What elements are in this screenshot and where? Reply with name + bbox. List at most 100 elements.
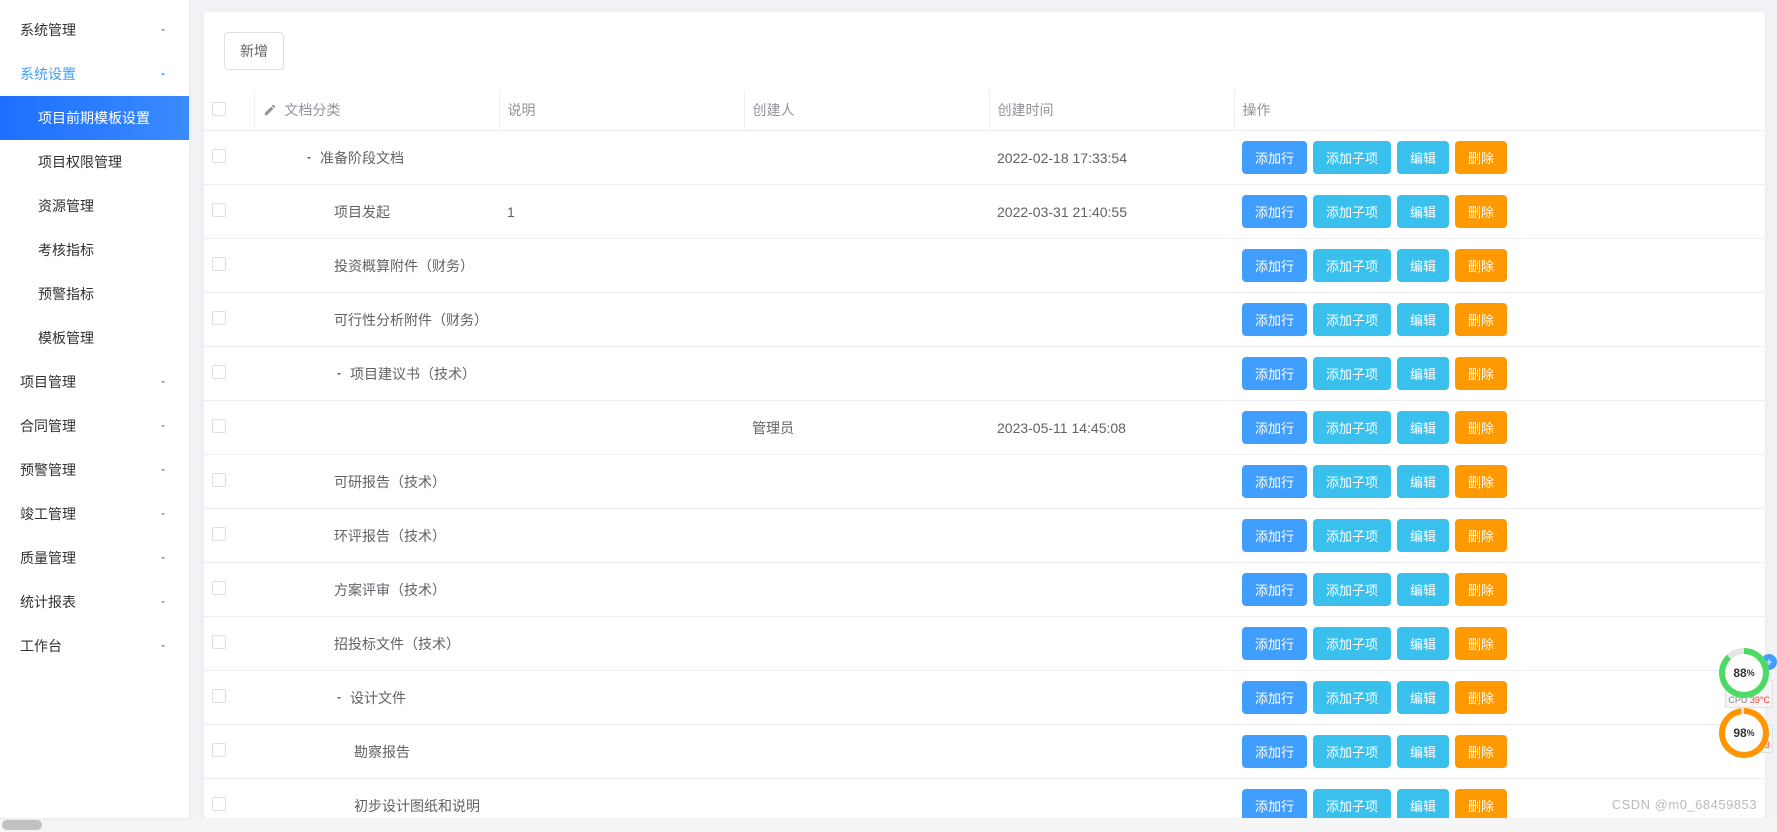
add-row-button[interactable]: 添加行 <box>1242 519 1307 552</box>
gauge-top[interactable]: 88% <box>1719 648 1769 698</box>
sidebar-item-8[interactable]: 项目管理 <box>0 360 189 404</box>
add-child-button[interactable]: 添加子项 <box>1313 789 1391 818</box>
row-checkbox[interactable] <box>212 527 226 541</box>
edit-button[interactable]: 编辑 <box>1397 465 1449 498</box>
row-checkbox[interactable] <box>212 797 226 811</box>
main-content: 新增 文档分类 说明 创建人 创建时间 <box>192 0 1777 818</box>
add-child-button[interactable]: 添加子项 <box>1313 627 1391 660</box>
add-child-button[interactable]: 添加子项 <box>1313 681 1391 714</box>
delete-button[interactable]: 删除 <box>1455 141 1507 174</box>
horizontal-scrollbar[interactable] <box>0 818 1777 832</box>
table-row: 可研报告（技术） 添加行添加子项编辑删除 <box>204 455 1765 509</box>
edit-button[interactable]: 编辑 <box>1397 627 1449 660</box>
sidebar-item-7[interactable]: 模板管理 <box>0 316 189 360</box>
edit-button[interactable]: 编辑 <box>1397 357 1449 390</box>
cell-actions: 添加行添加子项编辑删除 <box>1234 725 1765 779</box>
delete-button[interactable]: 删除 <box>1455 681 1507 714</box>
add-child-button[interactable]: 添加子项 <box>1313 195 1391 228</box>
cell-desc <box>499 293 744 347</box>
edit-button[interactable]: 编辑 <box>1397 735 1449 768</box>
row-checkbox[interactable] <box>212 635 226 649</box>
add-row-button[interactable]: 添加行 <box>1242 141 1307 174</box>
row-checkbox[interactable] <box>212 257 226 271</box>
sidebar-item-5[interactable]: 考核指标 <box>0 228 189 272</box>
row-checkbox[interactable] <box>212 311 226 325</box>
add-child-button[interactable]: 添加子项 <box>1313 357 1391 390</box>
add-row-button[interactable]: 添加行 <box>1242 627 1307 660</box>
edit-button[interactable]: 编辑 <box>1397 681 1449 714</box>
edit-icon <box>263 103 277 117</box>
add-child-button[interactable]: 添加子项 <box>1313 519 1391 552</box>
add-button[interactable]: 新增 <box>224 32 284 70</box>
add-row-button[interactable]: 添加行 <box>1242 411 1307 444</box>
row-checkbox[interactable] <box>212 419 226 433</box>
add-row-button[interactable]: 添加行 <box>1242 573 1307 606</box>
tree-toggle-icon[interactable] <box>334 690 344 706</box>
delete-button[interactable]: 删除 <box>1455 357 1507 390</box>
add-row-button[interactable]: 添加行 <box>1242 357 1307 390</box>
add-child-button[interactable]: 添加子项 <box>1313 411 1391 444</box>
add-row-button[interactable]: 添加行 <box>1242 681 1307 714</box>
sidebar-item-1[interactable]: 系统设置 <box>0 52 189 96</box>
row-checkbox[interactable] <box>212 365 226 379</box>
delete-button[interactable]: 删除 <box>1455 519 1507 552</box>
cell-actions: 添加行添加子项编辑删除 <box>1234 401 1765 455</box>
edit-button[interactable]: 编辑 <box>1397 303 1449 336</box>
sidebar-item-0[interactable]: 系统管理 <box>0 8 189 52</box>
gauge-bottom[interactable]: 98% <box>1719 708 1769 758</box>
add-child-button[interactable]: 添加子项 <box>1313 303 1391 336</box>
row-checkbox[interactable] <box>212 149 226 163</box>
sidebar-item-14[interactable]: 工作台 <box>0 624 189 668</box>
edit-button[interactable]: 编辑 <box>1397 141 1449 174</box>
add-row-button[interactable]: 添加行 <box>1242 303 1307 336</box>
add-row-button[interactable]: 添加行 <box>1242 249 1307 282</box>
edit-button[interactable]: 编辑 <box>1397 519 1449 552</box>
edit-button[interactable]: 编辑 <box>1397 249 1449 282</box>
sidebar-item-11[interactable]: 竣工管理 <box>0 492 189 536</box>
row-checkbox[interactable] <box>212 473 226 487</box>
sidebar-item-3[interactable]: 项目权限管理 <box>0 140 189 184</box>
tree-toggle-icon[interactable] <box>334 366 344 382</box>
table-wrapper: 文档分类 说明 创建人 创建时间 操作 准备阶段文档2022-02-18 17:… <box>204 90 1765 818</box>
delete-button[interactable]: 删除 <box>1455 789 1507 818</box>
edit-button[interactable]: 编辑 <box>1397 195 1449 228</box>
delete-button[interactable]: 删除 <box>1455 249 1507 282</box>
delete-button[interactable]: 删除 <box>1455 195 1507 228</box>
cell-time <box>989 671 1234 725</box>
add-child-button[interactable]: 添加子项 <box>1313 573 1391 606</box>
add-row-button[interactable]: 添加行 <box>1242 789 1307 818</box>
cell-category: 方案评审（技术） <box>254 563 499 617</box>
add-child-button[interactable]: 添加子项 <box>1313 465 1391 498</box>
add-row-button[interactable]: 添加行 <box>1242 735 1307 768</box>
row-checkbox[interactable] <box>212 689 226 703</box>
add-row-button[interactable]: 添加行 <box>1242 465 1307 498</box>
sidebar-item-12[interactable]: 质量管理 <box>0 536 189 580</box>
sidebar-item-4[interactable]: 资源管理 <box>0 184 189 228</box>
sidebar-item-13[interactable]: 统计报表 <box>0 580 189 624</box>
sidebar-item-9[interactable]: 合同管理 <box>0 404 189 448</box>
delete-button[interactable]: 删除 <box>1455 411 1507 444</box>
add-child-button[interactable]: 添加子项 <box>1313 141 1391 174</box>
add-child-button[interactable]: 添加子项 <box>1313 735 1391 768</box>
delete-button[interactable]: 删除 <box>1455 303 1507 336</box>
delete-button[interactable]: 删除 <box>1455 627 1507 660</box>
row-checkbox[interactable] <box>212 203 226 217</box>
cell-time: 2022-03-31 21:40:55 <box>989 185 1234 239</box>
edit-button[interactable]: 编辑 <box>1397 573 1449 606</box>
delete-button[interactable]: 删除 <box>1455 465 1507 498</box>
edit-button[interactable]: 编辑 <box>1397 411 1449 444</box>
header-checkbox[interactable] <box>204 90 254 131</box>
sidebar-item-2[interactable]: 项目前期模板设置 <box>0 96 189 140</box>
delete-button[interactable]: 删除 <box>1455 573 1507 606</box>
add-row-button[interactable]: 添加行 <box>1242 195 1307 228</box>
tree-toggle-icon[interactable] <box>304 150 314 166</box>
row-checkbox[interactable] <box>212 743 226 757</box>
edit-button[interactable]: 编辑 <box>1397 789 1449 818</box>
row-checkbox[interactable] <box>212 581 226 595</box>
table-row: 初步设计图纸和说明添加行添加子项编辑删除 <box>204 779 1765 819</box>
row-name: 可研报告（技术） <box>334 474 446 490</box>
add-child-button[interactable]: 添加子项 <box>1313 249 1391 282</box>
sidebar-item-10[interactable]: 预警管理 <box>0 448 189 492</box>
sidebar-item-6[interactable]: 预警指标 <box>0 272 189 316</box>
delete-button[interactable]: 删除 <box>1455 735 1507 768</box>
